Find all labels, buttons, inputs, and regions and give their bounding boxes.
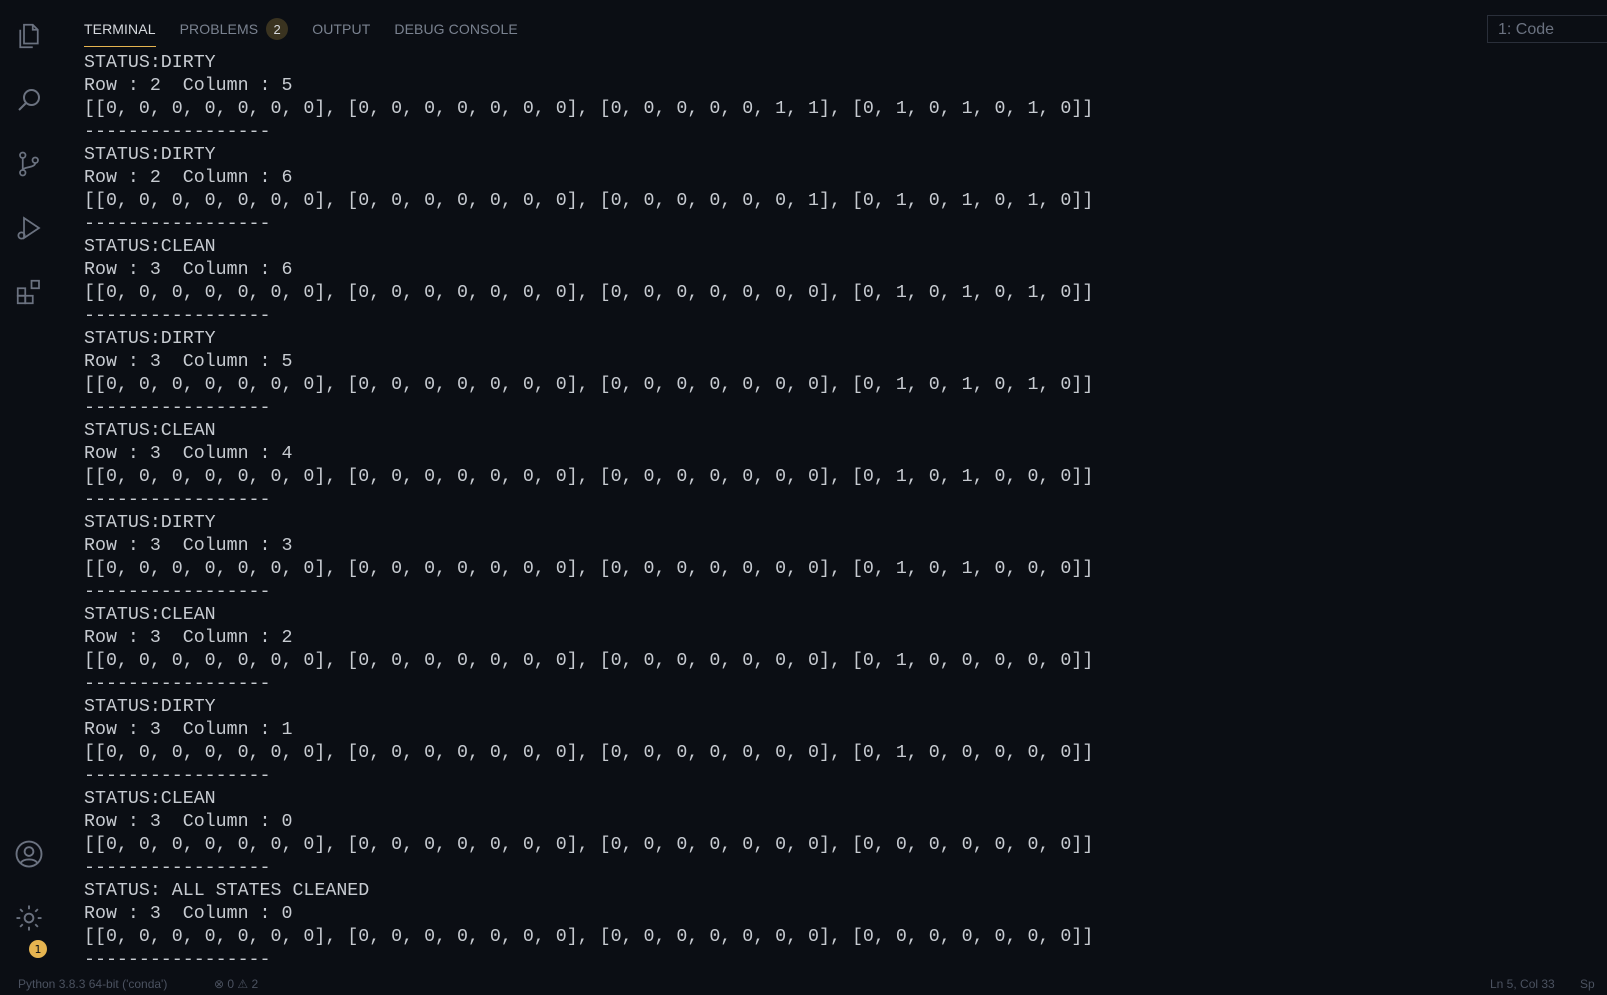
terminal-line: [[0, 0, 0, 0, 0, 0, 0], [0, 0, 0, 0, 0, … <box>84 835 1094 855</box>
tab-problems[interactable]: PROBLEMS 2 <box>180 18 289 46</box>
python-interpreter[interactable]: Python 3.8.3 64-bit ('conda') <box>18 977 167 991</box>
terminal-line: STATUS:CLEAN <box>84 789 216 809</box>
terminal-line: STATUS:DIRTY <box>84 145 216 165</box>
status-bar: Python 3.8.3 64-bit ('conda') ⊗ 0 ⚠ 2 Ln… <box>0 975 1607 995</box>
tab-debug-console[interactable]: DEBUG CONSOLE <box>394 18 517 46</box>
cursor-position[interactable]: Ln 5, Col 33 <box>1490 977 1555 991</box>
terminal-line: ----------------- <box>84 306 271 326</box>
terminal-line: ----------------- <box>84 398 271 418</box>
run-debug-icon[interactable] <box>13 212 45 244</box>
terminal-line: Row : 3 Column : 4 <box>84 444 293 464</box>
tab-problems-label: PROBLEMS <box>179 21 259 37</box>
terminal-line: [[0, 0, 0, 0, 0, 0, 0], [0, 0, 0, 0, 0, … <box>84 467 1094 487</box>
terminal-line: STATUS:DIRTY <box>84 329 216 349</box>
terminal-line: [[0, 0, 0, 0, 0, 0, 0], [0, 0, 0, 0, 0, … <box>84 651 1094 671</box>
terminal-line: [[0, 0, 0, 0, 0, 0, 0], [0, 0, 0, 0, 0, … <box>84 191 1094 211</box>
terminal-line: ----------------- <box>84 950 271 970</box>
terminal-line: Row : 3 Column : 6 <box>84 260 293 280</box>
terminal-output[interactable]: STATUS:DIRTY Row : 2 Column : 5 [[0, 0, 0,… <box>84 52 1464 972</box>
terminal-line: STATUS:CLEAN <box>84 237 216 257</box>
activity-bar: 1 <box>0 0 58 987</box>
terminal-line: ----------------- <box>84 582 271 602</box>
terminal-line: [[0, 0, 0, 0, 0, 0, 0], [0, 0, 0, 0, 0, … <box>84 99 1094 119</box>
terminal-line: Row : 3 Column : 0 <box>84 812 293 832</box>
terminal-line: Row : 3 Column : 1 <box>84 720 293 740</box>
panel-tabs: TERMINAL PROBLEMS 2 OUTPUT DEBUG CONSOLE <box>84 18 542 48</box>
source-control-icon[interactable] <box>13 148 45 180</box>
account-icon[interactable] <box>13 838 45 870</box>
terminal-line: Row : 3 Column : 2 <box>84 628 293 648</box>
terminal-line: STATUS:DIRTY <box>84 513 216 533</box>
terminal-line: STATUS:CLEAN <box>84 421 216 441</box>
terminal-line: Row : 3 Column : 5 <box>84 352 293 372</box>
terminal-line: STATUS:CLEAN <box>84 605 216 625</box>
terminal-line: [[0, 0, 0, 0, 0, 0, 0], [0, 0, 0, 0, 0, … <box>84 283 1094 303</box>
settings-gear-icon[interactable] <box>13 902 45 934</box>
terminal-line: Row : 2 Column : 6 <box>84 168 293 188</box>
tab-output[interactable]: OUTPUT <box>312 18 370 46</box>
settings-badge: 1 <box>29 940 47 958</box>
terminal-line: [[0, 0, 0, 0, 0, 0, 0], [0, 0, 0, 0, 0, … <box>84 927 1094 947</box>
terminal-line: ----------------- <box>84 858 271 878</box>
terminal-line: ----------------- <box>84 122 271 142</box>
problems-count-badge: 2 <box>266 18 289 40</box>
terminal-line: ----------------- <box>84 766 271 786</box>
extensions-icon[interactable] <box>13 276 45 308</box>
terminal-line: ----------------- <box>84 214 271 234</box>
explorer-icon[interactable] <box>13 20 45 52</box>
terminal-line: STATUS: ALL STATES CLEANED <box>84 881 370 901</box>
terminal-line: STATUS:DIRTY <box>84 697 216 717</box>
terminal-line: ----------------- <box>84 674 271 694</box>
search-icon[interactable] <box>13 84 45 116</box>
terminal-line: STATUS:DIRTY <box>84 53 216 73</box>
tab-terminal-label: TERMINAL <box>84 21 156 37</box>
terminal-line: [[0, 0, 0, 0, 0, 0, 0], [0, 0, 0, 0, 0, … <box>84 375 1094 395</box>
terminal-line: [[0, 0, 0, 0, 0, 0, 0], [0, 0, 0, 0, 0, … <box>84 559 1094 579</box>
tab-terminal[interactable]: TERMINAL <box>84 18 156 47</box>
terminal-line: Row : 2 Column : 5 <box>84 76 293 96</box>
terminal-line: Row : 3 Column : 3 <box>84 536 293 556</box>
terminal-line: Row : 3 Column : 0 <box>84 904 293 924</box>
indentation-status[interactable]: Sp <box>1580 977 1595 991</box>
terminal-selector[interactable]: 1: Code <box>1487 15 1607 43</box>
tab-debug-console-label: DEBUG CONSOLE <box>394 21 518 37</box>
problems-status[interactable]: ⊗ 0 ⚠ 2 <box>214 977 258 991</box>
terminal-line: ----------------- <box>84 490 271 510</box>
tab-output-label: OUTPUT <box>312 21 371 37</box>
terminal-line: [[0, 0, 0, 0, 0, 0, 0], [0, 0, 0, 0, 0, … <box>84 743 1094 763</box>
